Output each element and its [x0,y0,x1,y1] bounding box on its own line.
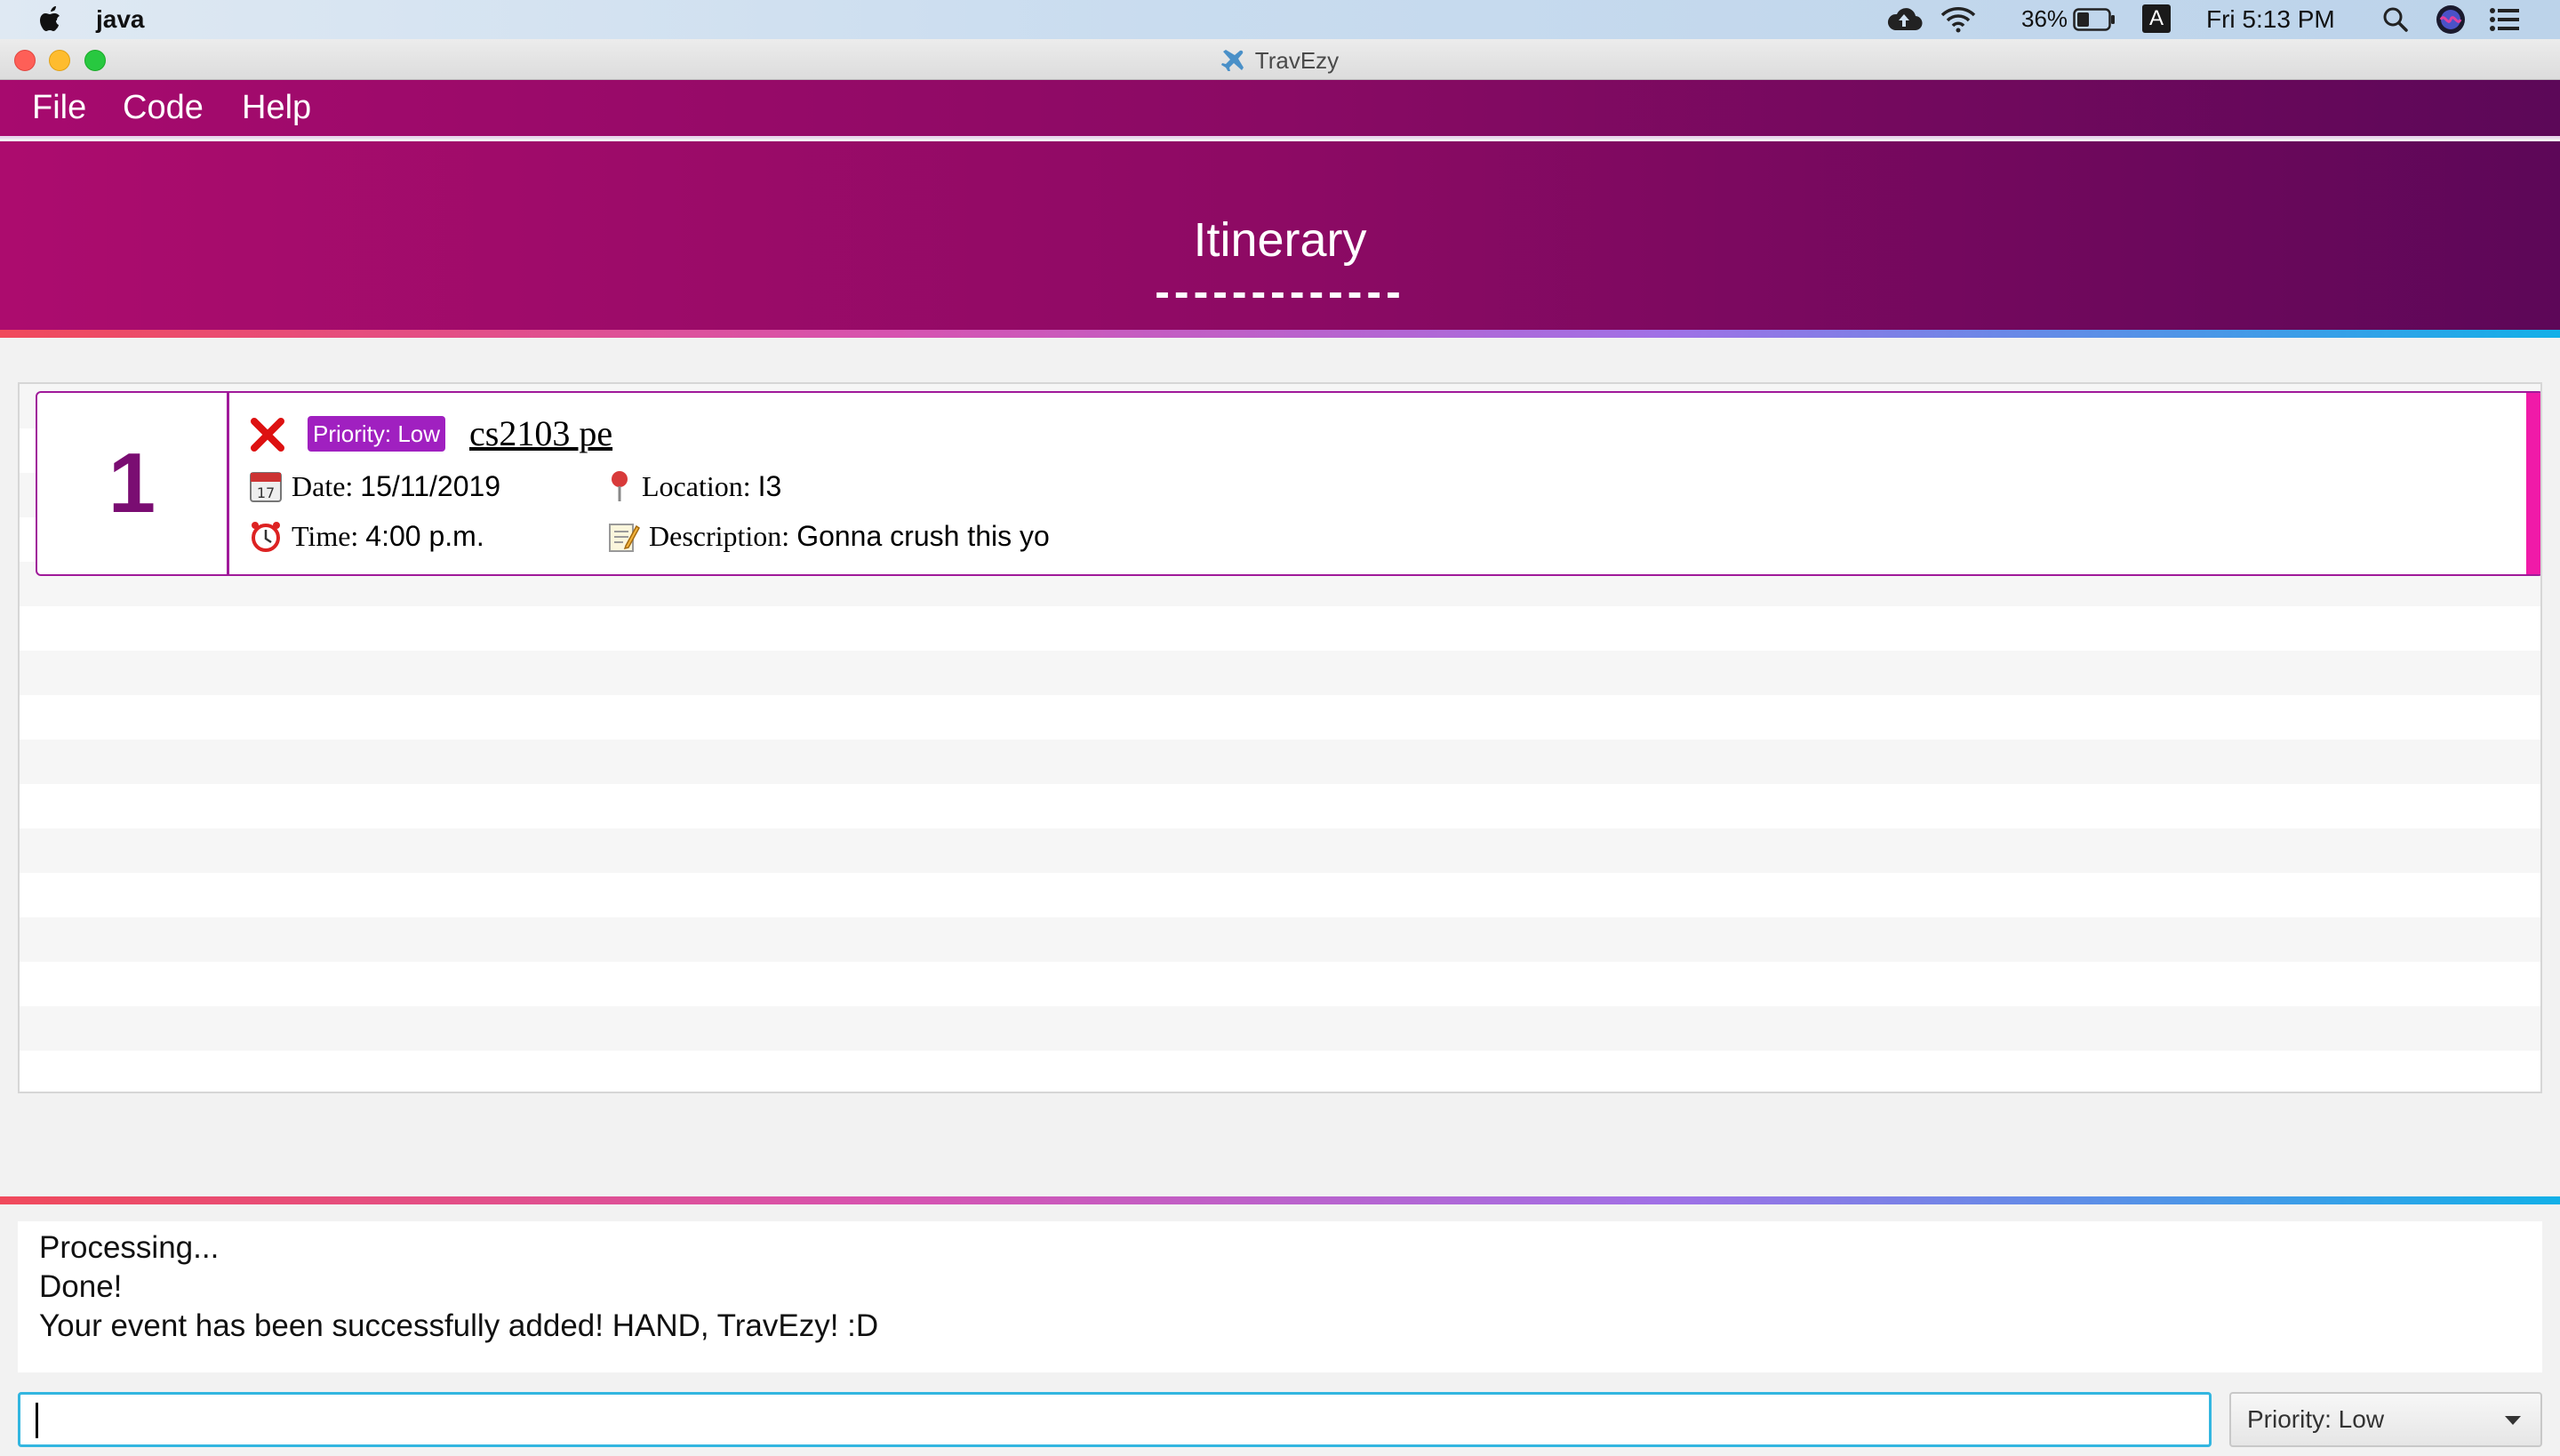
macos-menu-bar: java 36% A Fri 5:13 PM [0,0,2560,39]
battery-percentage[interactable]: 36% [2021,5,2068,33]
text-caret [36,1403,38,1438]
input-source-icon[interactable]: A [2142,4,2171,33]
event-description-row: Description: Gonna crush this yo [606,519,1050,553]
location-value: I3 [757,469,782,502]
event-card[interactable]: 1 Priority: Low cs2103 pe 17 Date: 15/11… [36,391,2540,576]
page-title-underline: ------------- [1155,267,1405,316]
description-value: Gonna crush this yo [796,519,1050,552]
priority-dropdown-value: Priority: Low [2247,1405,2385,1433]
notification-center-icon[interactable] [2489,7,2521,32]
time-label: Time: [292,519,359,552]
menu-help[interactable]: Help [242,89,311,127]
wifi-icon[interactable] [1940,5,1977,34]
header-gradient-divider [0,330,2560,338]
menu-file[interactable]: File [32,89,86,127]
date-value: 15/11/2019 [360,469,501,502]
menu-code[interactable]: Code [123,89,204,127]
result-line: Processing... [39,1230,220,1265]
calendar-icon: 17 [250,472,282,502]
priority-badge: Priority: Low [308,416,446,452]
event-time-row: Time: 4:00 p.m. [249,519,484,553]
chevron-down-icon [2505,1416,2521,1425]
event-name: cs2103 pe [469,413,613,453]
location-label: Location: [642,469,751,502]
date-label: Date: [292,469,354,502]
status-area: 36% A Fri 5:13 PM [1884,0,2560,39]
result-line: Your event has been successfully added! … [39,1308,879,1343]
event-index-cell: 1 [37,393,229,574]
window-title-bar: TravEzy [0,39,2560,80]
priority-accent-stripe [2526,393,2540,574]
time-value: 4:00 p.m. [365,519,484,552]
event-location-row: Location: I3 [606,469,781,503]
window-title-text: TravEzy [1254,47,1340,74]
event-index: 1 [108,436,156,531]
apple-icon[interactable] [36,4,66,36]
svg-text:17: 17 [257,484,275,501]
airplane-icon [1220,50,1244,71]
siri-icon[interactable] [2436,4,2466,35]
battery-icon[interactable] [2073,8,2116,31]
priority-dropdown[interactable]: Priority: Low [2229,1392,2542,1447]
app-menu-bar: File Code Help [0,80,2560,139]
event-date-row: 17 Date: 15/11/2019 [249,469,500,503]
event-list-panel[interactable]: 1 Priority: Low cs2103 pe 17 Date: 15/11… [18,382,2542,1093]
memo-icon [609,524,640,552]
window-title: TravEzy [0,47,2560,75]
spotlight-icon[interactable] [2382,6,2409,33]
page-header-banner: Itinerary ------------- [0,141,2560,330]
cloud-upload-icon[interactable] [1884,7,1924,32]
page-title: Itinerary [1193,213,1367,267]
command-input[interactable] [18,1392,2212,1447]
cross-mark-icon[interactable] [249,416,286,453]
menu-bar-clock[interactable]: Fri 5:13 PM [2206,5,2335,34]
result-gradient-divider [0,1196,2560,1204]
result-display: Processing... Done! Your event has been … [18,1221,2542,1372]
description-label: Description: [649,519,790,552]
alarm-clock-icon [252,522,280,552]
result-line: Done! [39,1269,123,1304]
active-app-name[interactable]: java [96,5,145,34]
pushpin-icon [612,471,628,501]
